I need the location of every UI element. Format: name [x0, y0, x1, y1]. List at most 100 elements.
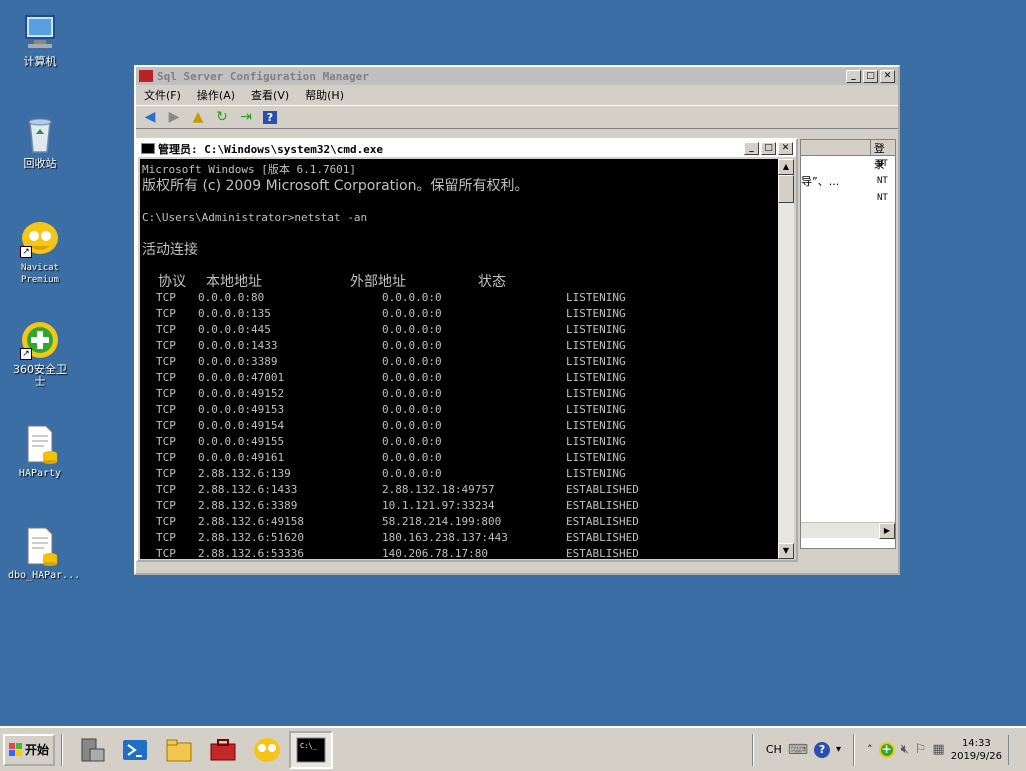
keyboard-icon[interactable]: ⌨: [788, 742, 808, 758]
language-indicator[interactable]: CH: [766, 743, 782, 756]
explorer-task[interactable]: [157, 731, 201, 769]
desktop-icon-recycle-bin[interactable]: 回收站: [8, 114, 72, 170]
show-desktop-button[interactable]: [1008, 734, 1022, 765]
state-cell: LISTENING: [566, 291, 626, 304]
export-list-icon[interactable]: ⇥: [236, 108, 256, 126]
cmd-task[interactable]: C:\_: [289, 730, 334, 769]
menu-action[interactable]: 操作(A): [197, 87, 235, 103]
foreign-address-cell: 180.163.238.137:443: [382, 531, 508, 544]
minimize-button[interactable]: _: [846, 69, 861, 83]
show-hidden-icons-chevron-icon[interactable]: ˄: [867, 743, 873, 756]
document-db-icon: [20, 424, 60, 464]
foreign-address-cell: 0.0.0.0:0: [382, 451, 442, 464]
nt-value: NT: [877, 193, 888, 203]
foreign-address-cell: 58.218.214.199:800: [382, 515, 502, 528]
volume-muted-icon[interactable]: 🔇︎: [901, 742, 909, 757]
forward-arrow-icon[interactable]: ▶: [164, 108, 184, 126]
desktop-icon-computer[interactable]: 计算机: [8, 12, 72, 68]
network-icon[interactable]: ▦: [932, 742, 944, 757]
options-arrow-icon[interactable]: ▾: [836, 744, 841, 755]
local-address-cell: 0.0.0.0:135: [198, 307, 271, 320]
netstat-row: TCP 2.88.132.6:3389 10.1.121.97:33234 ESTAB…: [142, 498, 778, 514]
state-cell: ESTABLISHED: [566, 499, 639, 512]
maximize-button[interactable]: □: [863, 69, 878, 83]
foreign-address-cell: 10.1.121.97:33234: [382, 499, 495, 512]
scroll-thumb[interactable]: [778, 175, 794, 203]
scroll-right-button[interactable]: ▶: [879, 523, 895, 539]
menu-help[interactable]: 帮助(H): [305, 87, 344, 103]
foreign-address-cell: 0.0.0.0:0: [382, 387, 442, 400]
svg-text:C:\_: C:\_: [300, 742, 318, 750]
up-folder-icon[interactable]: ▲: [188, 108, 208, 126]
protocol-cell: TCP: [156, 387, 176, 400]
local-address-cell: 0.0.0.0:49154: [198, 419, 285, 432]
scroll-up-button[interactable]: ▲: [778, 159, 794, 175]
column-header-login[interactable]: 登录: [801, 140, 895, 171]
console-line: C:\Users\Administrator>netstat -an: [142, 211, 368, 224]
netstat-row: TCP 0.0.0.0:445 0.0.0.0:0 LISTENING: [142, 322, 778, 338]
netstat-header: 协议 本地地址 外部地址 状态: [158, 274, 506, 290]
powershell-task[interactable]: [113, 731, 157, 769]
sql-config-task[interactable]: [201, 731, 245, 769]
services-detail-pane: 登录 导”、... NT NT NT ▶: [800, 139, 896, 549]
help-icon[interactable]: ?: [814, 741, 831, 758]
state-cell: LISTENING: [566, 403, 626, 416]
desktop-icon-360[interactable]: ↗ 360安全卫士: [8, 320, 72, 388]
console-vertical-scrollbar[interactable]: ▲ ▼: [778, 159, 794, 559]
console-line: Microsoft Windows [版本 6.1.7601]: [142, 163, 357, 176]
foreign-address-cell: 0.0.0.0:0: [382, 371, 442, 384]
foreign-address-cell: 0.0.0.0:0: [382, 435, 442, 448]
menu-file[interactable]: 文件(F): [144, 87, 181, 103]
minimize-button[interactable]: _: [744, 142, 759, 155]
protocol-cell: TCP: [156, 291, 176, 304]
console-line: 活动连接: [142, 242, 198, 258]
recycle-bin-icon: [20, 114, 60, 154]
server-manager-task[interactable]: [69, 731, 113, 769]
360-safe-icon: ↗: [20, 320, 60, 360]
navicat-task[interactable]: [245, 731, 289, 769]
netstat-row: TCP 2.88.132.6:1433 2.88.132.18:49757 ESTAB…: [142, 482, 778, 498]
sql-window-titlebar[interactable]: Sql Server Configuration Manager _ □ ✕: [136, 67, 898, 85]
netstat-row: TCP 2.88.132.6:51620 180.163.238.137:443 ES…: [142, 530, 778, 546]
close-button[interactable]: ✕: [880, 69, 895, 83]
netstat-rows: TCP 0.0.0.0:80 0.0.0.0:0 LISTENING TCP 0.0.0.…: [142, 290, 778, 559]
netstat-row: TCP 0.0.0.0:1433 0.0.0.0:0 LISTENING: [142, 338, 778, 354]
console-output[interactable]: Microsoft Windows [版本 6.1.7601] 版权所有 (c)…: [140, 159, 780, 559]
clock[interactable]: 14:33 2019/9/26: [951, 737, 1002, 763]
back-arrow-icon[interactable]: ◀: [140, 108, 160, 126]
foreign-address-cell: 0.0.0.0:0: [382, 291, 442, 304]
state-cell: LISTENING: [566, 467, 626, 480]
netstat-row: TCP 0.0.0.0:47001 0.0.0.0:0 LISTENING: [142, 370, 778, 386]
netstat-row: TCP 0.0.0.0:49153 0.0.0.0:0 LISTENING: [142, 402, 778, 418]
desktop-icon-label: HAParty: [18, 468, 62, 479]
desktop-icon-label: Navicat Premium: [21, 263, 59, 285]
toolbox-icon: [210, 738, 236, 760]
state-cell: ESTABLISHED: [566, 547, 639, 559]
menu-view[interactable]: 查看(V): [251, 87, 289, 103]
desktop-icon-dbo-haparty[interactable]: dbo_HAPar...: [8, 526, 80, 582]
foreign-address-cell: 0.0.0.0:0: [382, 467, 442, 480]
desktop-icon-navicat[interactable]: ↗ Navicat Premium: [8, 218, 72, 286]
protocol-cell: TCP: [156, 531, 176, 544]
local-address-cell: 0.0.0.0:49155: [198, 435, 285, 448]
360-tray-icon[interactable]: +: [878, 741, 895, 758]
state-cell: LISTENING: [566, 371, 626, 384]
action-center-flag-icon[interactable]: ⚐: [915, 742, 927, 757]
sql-toolbar: ◀ ▶ ▲ ↻ ⇥ ?: [136, 105, 898, 129]
netstat-row: TCP 2.88.132.6:49158 58.218.214.199:800 EST…: [142, 514, 778, 530]
scroll-down-button[interactable]: ▼: [778, 543, 794, 559]
help-icon[interactable]: ?: [260, 108, 280, 126]
start-button[interactable]: 开始: [3, 733, 56, 766]
close-button[interactable]: ✕: [778, 142, 793, 155]
refresh-icon[interactable]: ↻: [212, 108, 232, 126]
cmd-window: 管理员: C:\Windows\system32\cmd.exe _ □ ✕ M…: [136, 138, 798, 562]
horizontal-scrollbar[interactable]: ▶: [801, 522, 895, 539]
local-address-cell: 0.0.0.0:47001: [198, 371, 285, 384]
server-manager-icon: [81, 738, 105, 761]
maximize-button[interactable]: □: [761, 142, 776, 155]
state-cell: LISTENING: [566, 307, 626, 320]
protocol-cell: TCP: [156, 355, 176, 368]
desktop-icon-haparty[interactable]: HAParty: [8, 424, 72, 480]
navicat-icon: [254, 737, 281, 762]
cmd-titlebar[interactable]: 管理员: C:\Windows\system32\cmd.exe _ □ ✕: [138, 140, 796, 157]
